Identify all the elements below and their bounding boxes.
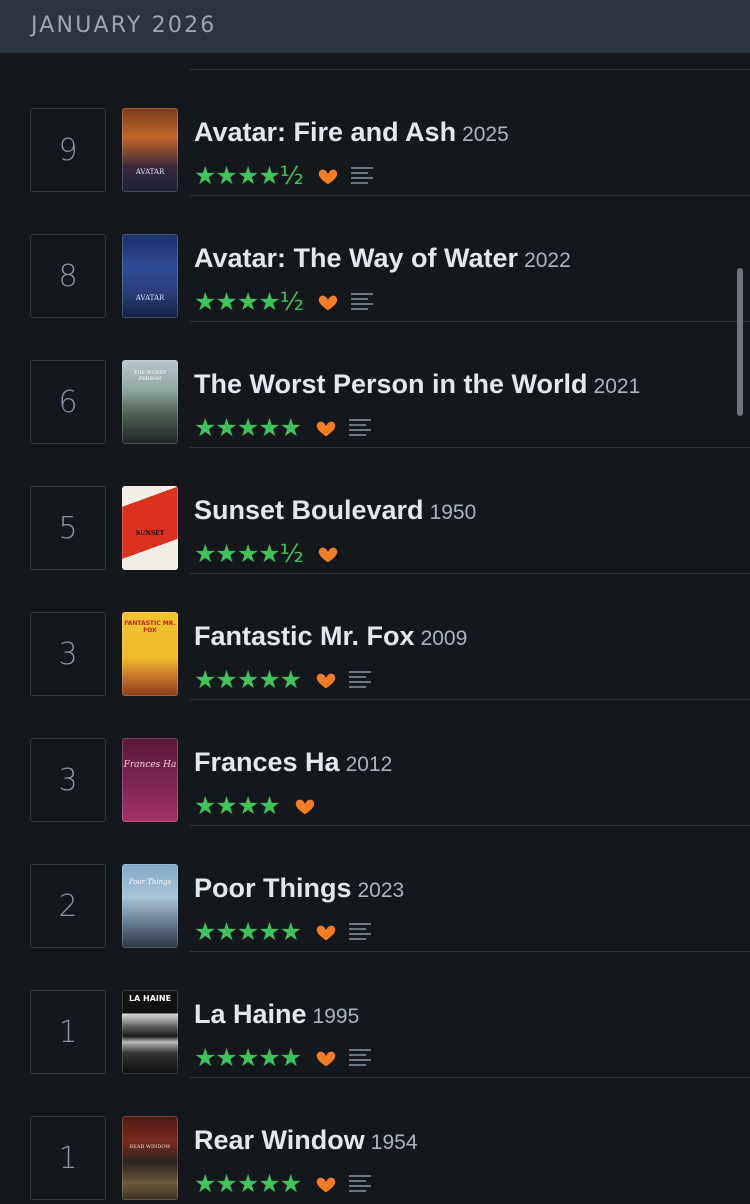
frances-ha-poster[interactable]: Frances Ha <box>122 738 178 822</box>
film-year[interactable]: 2021 <box>594 375 641 398</box>
review-lines-icon <box>350 293 373 310</box>
diary-entry[interactable]: 5 SUNSET Sunset Boulevard 1950 ★★★★½ <box>0 448 750 574</box>
star-rating: ★★★★★ <box>194 1043 302 1072</box>
film-title[interactable]: Avatar: Fire and Ash <box>194 117 456 147</box>
star-rating: ★★★★★ <box>194 665 302 694</box>
diary-entry[interactable]: 9 AVATAR Avatar: Fire and Ash 2025 ★★★★½ <box>0 70 750 196</box>
worst-person-poster[interactable]: THE WORST PERSON <box>122 360 178 444</box>
rear-window-poster[interactable]: REAR WINDOW <box>122 1116 178 1200</box>
star-rating: ★★★★ <box>194 791 281 820</box>
review-lines-icon <box>349 419 372 436</box>
film-year[interactable]: 2009 <box>421 627 468 650</box>
film-title[interactable]: Avatar: The Way of Water <box>194 243 518 273</box>
film-title[interactable]: Rear Window <box>194 1125 365 1155</box>
month-header: JANUARY 2026 <box>0 0 750 53</box>
heart-icon <box>318 547 338 563</box>
poster-label: Frances Ha <box>123 760 177 770</box>
film-year[interactable]: 2012 <box>346 753 393 776</box>
film-year[interactable]: 2023 <box>358 879 405 902</box>
day-box[interactable]: 8 <box>30 234 106 318</box>
star-rating: ★★★★½ <box>194 161 304 190</box>
diary-entry[interactable]: 8 AVATAR Avatar: The Way of Water 2022 ★★… <box>0 196 750 322</box>
film-title[interactable]: The Worst Person in the World <box>194 369 588 399</box>
poster-label: AVATAR <box>135 294 165 302</box>
poster-label: SUNSET <box>135 530 165 537</box>
la-haine-poster[interactable]: LA HAINE <box>122 990 178 1074</box>
poster-label: THE WORST PERSON <box>133 370 167 382</box>
heart-icon <box>318 169 338 185</box>
film-title[interactable]: Poor Things <box>194 873 352 903</box>
day-box[interactable]: 5 <box>30 486 106 570</box>
poster-label: LA HAINE <box>128 994 172 1003</box>
diary-entry[interactable]: 6 THE WORST PERSON The Worst Person in t… <box>0 322 750 448</box>
month-title: JANUARY 2026 <box>31 13 217 38</box>
film-title[interactable]: La Haine <box>194 999 307 1029</box>
diary-entry[interactable]: 1 REAR WINDOW Rear Window 1954 ★★★★★ <box>0 1078 750 1204</box>
day-box[interactable]: 9 <box>30 108 106 192</box>
star-rating: ★★★★★ <box>194 917 302 946</box>
star-rating: ★★★★½ <box>194 539 304 568</box>
day-box[interactable]: 1 <box>30 1116 106 1200</box>
avatar-fire-ash-poster[interactable]: AVATAR <box>122 108 178 192</box>
star-rating: ★★★★½ <box>194 287 304 316</box>
avatar-way-of-water-poster[interactable]: AVATAR <box>122 234 178 318</box>
day-box[interactable]: 1 <box>30 990 106 1074</box>
film-title[interactable]: Sunset Boulevard <box>194 495 424 525</box>
poster-label: REAR WINDOW <box>129 1144 171 1150</box>
film-title[interactable]: Fantastic Mr. Fox <box>194 621 415 651</box>
diary-entry[interactable]: 2 Poor Things Poor Things 2023 ★★★★★ <box>0 826 750 952</box>
day-box[interactable]: 6 <box>30 360 106 444</box>
scrollbar[interactable] <box>737 268 743 416</box>
heart-icon <box>316 1177 336 1193</box>
film-year[interactable]: 1950 <box>430 501 477 524</box>
poster-label: Poor Things <box>128 878 172 886</box>
heart-icon <box>316 421 336 437</box>
review-lines-icon <box>349 671 372 688</box>
film-year[interactable]: 2022 <box>524 249 571 272</box>
poor-things-poster[interactable]: Poor Things <box>122 864 178 948</box>
day-box[interactable]: 3 <box>30 738 106 822</box>
film-year[interactable]: 1995 <box>313 1005 360 1028</box>
poster-label: FANTASTIC MR. FOX <box>124 620 176 634</box>
review-lines-icon <box>350 167 373 184</box>
diary-list[interactable]: 9 AVATAR Avatar: Fire and Ash 2025 ★★★★½ … <box>0 53 750 1200</box>
heart-icon <box>295 799 314 815</box>
fantastic-mr-fox-poster[interactable]: FANTASTIC MR. FOX <box>122 612 178 696</box>
heart-icon <box>316 925 336 941</box>
film-year[interactable]: 1954 <box>371 1131 418 1154</box>
diary-entry[interactable]: 3 Frances Ha Frances Ha 2012 ★★★★ <box>0 700 750 826</box>
heart-icon <box>316 1051 336 1067</box>
star-rating: ★★★★★ <box>194 413 302 442</box>
poster-label: AVATAR <box>135 168 165 176</box>
review-lines-icon <box>349 1049 372 1066</box>
film-title[interactable]: Frances Ha <box>194 747 340 777</box>
heart-icon <box>318 295 338 311</box>
day-box[interactable]: 3 <box>30 612 106 696</box>
diary-entry[interactable]: 1 LA HAINE La Haine 1995 ★★★★★ <box>0 952 750 1078</box>
review-lines-icon <box>349 1175 372 1192</box>
film-year[interactable]: 2025 <box>462 123 509 146</box>
sunset-boulevard-poster[interactable]: SUNSET <box>122 486 178 570</box>
diary-entry[interactable]: 3 FANTASTIC MR. FOX Fantastic Mr. Fox 200… <box>0 574 750 700</box>
review-lines-icon <box>349 923 372 940</box>
star-rating: ★★★★★ <box>194 1169 302 1198</box>
heart-icon <box>316 673 336 689</box>
day-box[interactable]: 2 <box>30 864 106 948</box>
